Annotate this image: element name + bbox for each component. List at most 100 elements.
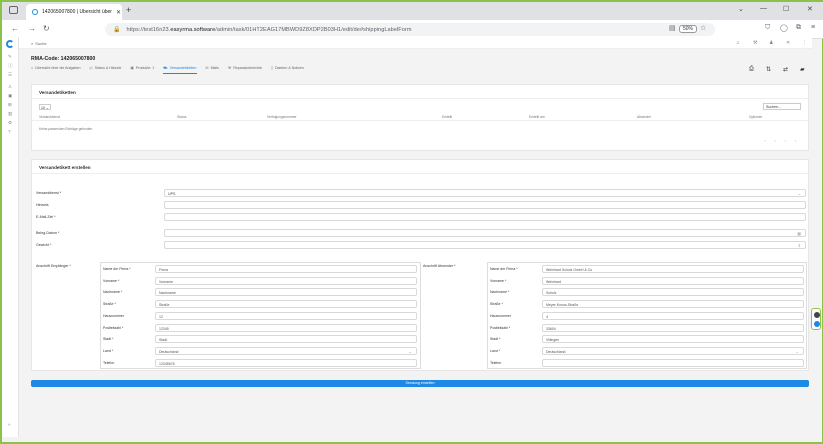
help-icon[interactable] [814, 321, 820, 327]
shield-icon[interactable]: ⛉ [765, 24, 770, 32]
recipient-field-label: Postleitzahl * [103, 325, 124, 330]
minimize-icon[interactable]: — [760, 5, 767, 12]
sidebar-tools-icon[interactable]: ✎ [8, 54, 12, 60]
user-icon[interactable]: ♟ [769, 40, 773, 46]
column-header[interactable]: Erstellt am [529, 115, 545, 119]
tab-products[interactable]: ▣ Produkte: 1 [130, 66, 154, 74]
recipient-field-input[interactable]: Straße [155, 300, 417, 309]
recipient-field-input[interactable]: Nachname [155, 288, 417, 297]
column-header[interactable]: Optionen [749, 115, 762, 119]
account-icon[interactable]: ◯ [780, 24, 788, 32]
field-value: Deutschland [546, 349, 566, 354]
column-header[interactable]: Absender [637, 115, 651, 119]
chevron-down-icon[interactable]: ⌄ [738, 5, 744, 13]
tab-mails[interactable]: ✉ Mails [206, 66, 219, 74]
pickup-date-input[interactable]: ▦ [164, 229, 806, 237]
weight-input[interactable]: ⇕ [164, 241, 806, 249]
email-target-input[interactable] [164, 213, 806, 221]
field-value: Vorname [159, 279, 174, 284]
reader-icon[interactable]: ▤ [669, 24, 676, 32]
recipient-field-input[interactable]: Vorname [155, 276, 417, 285]
mail-icon: ✉ [205, 66, 209, 70]
recipient-field-input[interactable]: 12345 [155, 323, 417, 332]
pagination[interactable]: ‹ ‹ › › [764, 139, 800, 143]
extensions-icon[interactable]: ⧉ [796, 24, 801, 32]
sidebar-cart-icon[interactable]: ⊞ [8, 102, 12, 108]
sidebar-info-icon[interactable]: ⓘ [8, 63, 13, 69]
sender-field-label: Straße * [490, 302, 503, 307]
column-header[interactable]: Verfolgungsnummer [267, 115, 297, 119]
settings-icon[interactable] [814, 312, 820, 318]
print-icon[interactable]: ⎙ [749, 66, 754, 73]
close-window-icon[interactable]: ✕ [807, 5, 813, 13]
global-search[interactable]: ⌕ Suche [31, 40, 64, 46]
recipient-field-input[interactable]: Firma [155, 265, 417, 273]
field-value: 12345 [159, 326, 169, 331]
recipient-field-label: Telefon [103, 360, 115, 365]
recipient-field-label: Land * [103, 348, 114, 353]
zoom-level[interactable]: 50% [679, 25, 698, 33]
sidebar-chart-icon[interactable]: ▥ [8, 111, 12, 117]
hint-input[interactable] [164, 201, 806, 209]
forward-icon[interactable]: → [28, 24, 36, 33]
tab-group-icon[interactable] [9, 6, 18, 14]
column-header[interactable]: Versanddienst [39, 115, 60, 119]
column-header[interactable]: Erstellt [442, 115, 452, 119]
recipient-field-input[interactable]: Stadt [155, 335, 417, 344]
app-logo-icon[interactable] [6, 40, 14, 48]
sender-field-input[interactable]: Meyer-Knoss-Straße [542, 300, 804, 309]
kebab-menu-icon[interactable]: ⋮ [802, 40, 807, 46]
create-label-card: Versandetikett erstellen Versanddienst *… [31, 159, 809, 371]
sender-field-input[interactable]: Deutschland ⌄ [542, 346, 804, 355]
sender-field-input[interactable]: 4 [542, 311, 804, 320]
new-tab-icon[interactable]: + [126, 5, 131, 15]
tab-status[interactable]: ◴ Status & Historie [90, 66, 122, 74]
bell-icon[interactable]: ♫ [736, 40, 740, 46]
tab-shipping-labels[interactable]: ⛟ Versandetiketten [163, 66, 197, 74]
recipient-field-input[interactable]: 12345678 [155, 358, 417, 367]
sidebar-list-icon[interactable]: ☰ [8, 72, 12, 78]
bookmark-star-icon[interactable]: ☆ [700, 24, 706, 32]
back-icon[interactable]: ← [11, 24, 19, 33]
recipient-field-input[interactable]: Deutschland ⌄ [155, 346, 417, 355]
sidebar-collapse-icon[interactable]: » [8, 422, 11, 427]
pickup-date-label: Beleg-Datum * [36, 231, 60, 235]
service-select[interactable]: UPS ⌄ [164, 189, 806, 197]
table-search-input[interactable]: Suchen... [763, 103, 801, 110]
tab-files-notes[interactable]: ▯ Dateien & Notizen [271, 66, 304, 74]
field-value: Stadt [159, 338, 168, 343]
sender-field-input[interactable]: Scholz [542, 288, 804, 297]
wrench-icon[interactable]: ⚒ [753, 40, 757, 46]
menu-icon[interactable]: ≡ [811, 24, 815, 31]
column-header[interactable]: Status [177, 115, 186, 119]
reload-icon[interactable]: ↻ [43, 24, 50, 33]
tab-overview[interactable]: ⌂ Übersicht über die Aufgaben [31, 66, 81, 74]
close-tab-icon[interactable]: ✕ [116, 9, 121, 16]
app-sidebar: ✎ ⓘ ☰ ♙ ▣ ⊞ ▥ ⚙ ? » [2, 37, 19, 437]
folder-icon[interactable]: ▰ [800, 66, 805, 73]
sidebar-settings-icon[interactable]: ⚙ [8, 120, 12, 126]
sidebar-user-icon[interactable]: ♙ [8, 84, 12, 90]
transfer-icon[interactable]: ⇄ [783, 66, 788, 73]
sender-field-input[interactable]: Weinhard [542, 276, 804, 285]
sidebar-box-icon[interactable]: ▣ [8, 93, 12, 99]
close-icon[interactable]: ✕ [786, 40, 790, 46]
field-value: Deutschland [159, 349, 179, 354]
address-bar[interactable]: 🔒 https://test16n23.easyrma.software/adm… [105, 23, 715, 36]
swap-icon[interactable]: ⇅ [766, 66, 771, 73]
sender-field-input[interactable]: Weinhard Scholz GmbH & Co [542, 265, 804, 273]
create-shipment-button[interactable]: Sendung erstellen [31, 380, 809, 387]
browser-tab[interactable]: 142065007800 | Übersicht über ✕ [26, 4, 122, 20]
sender-field-input[interactable] [542, 358, 804, 367]
sender-address-group: Name der Firma * Weinhard Scholz GmbH & C… [487, 262, 807, 369]
maximize-icon[interactable]: ☐ [783, 5, 789, 13]
recipient-group-label: Anschrift Empfänger * [36, 264, 71, 268]
search-input[interactable]: Suche [35, 41, 46, 46]
page-length-select[interactable]: 10 ⌄ [39, 104, 51, 110]
sender-field-label: Land * [490, 348, 501, 353]
sender-field-input[interactable]: Villingen [542, 335, 804, 344]
sidebar-help-icon[interactable]: ? [8, 129, 11, 134]
sender-field-input[interactable]: 33604 [542, 323, 804, 332]
recipient-field-input[interactable]: 12 [155, 311, 417, 320]
tab-repair-reports[interactable]: ⚒ Reparaturberichte [228, 66, 262, 74]
